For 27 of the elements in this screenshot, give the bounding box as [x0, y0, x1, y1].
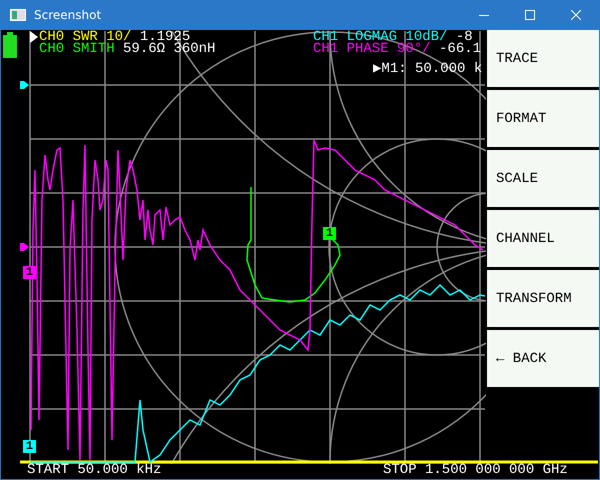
menu-button[interactable]: TRANSFORM — [487, 270, 599, 327]
menu-button[interactable]: SCALE — [487, 150, 599, 207]
trace-value: 1.1925 — [140, 31, 190, 43]
window-title: Screenshot — [34, 8, 102, 22]
trace-label: CH1 LOGMAG 10dB/ — [313, 31, 448, 43]
start-frequency: START 50.000 kHz — [27, 464, 162, 476]
marker-flag: 1 — [23, 266, 36, 279]
close-icon — [571, 10, 581, 20]
trace-label: CH0 SWR 10/ — [39, 31, 132, 43]
menu-button[interactable]: ← BACK — [487, 330, 599, 387]
trace-label: CH1 PHASE 90°/ — [313, 43, 431, 55]
trace-value: 59.6Ω 360nH — [123, 43, 216, 55]
app-icon — [10, 9, 26, 21]
menu-button[interactable]: TRACE — [487, 30, 599, 87]
stop-frequency: STOP 1.500 000 000 GHz — [383, 464, 568, 476]
menu-button[interactable]: CHANNEL — [487, 210, 599, 267]
reference-pointer-icon — [20, 81, 29, 89]
trace-value: -8 — [456, 31, 473, 43]
marker-flag: 1 — [23, 440, 36, 453]
trace-label: CH0 SMITH — [39, 43, 115, 55]
reference-pointer-icon — [20, 243, 29, 251]
trace-value: -66.1 — [439, 43, 482, 55]
menu-button[interactable]: FORMAT — [487, 90, 599, 147]
marker-readout: ▶M1: 50.000 k — [373, 63, 482, 75]
maximize-icon — [525, 10, 535, 20]
marker-flag: 1 — [323, 227, 336, 240]
battery-icon — [3, 32, 17, 58]
